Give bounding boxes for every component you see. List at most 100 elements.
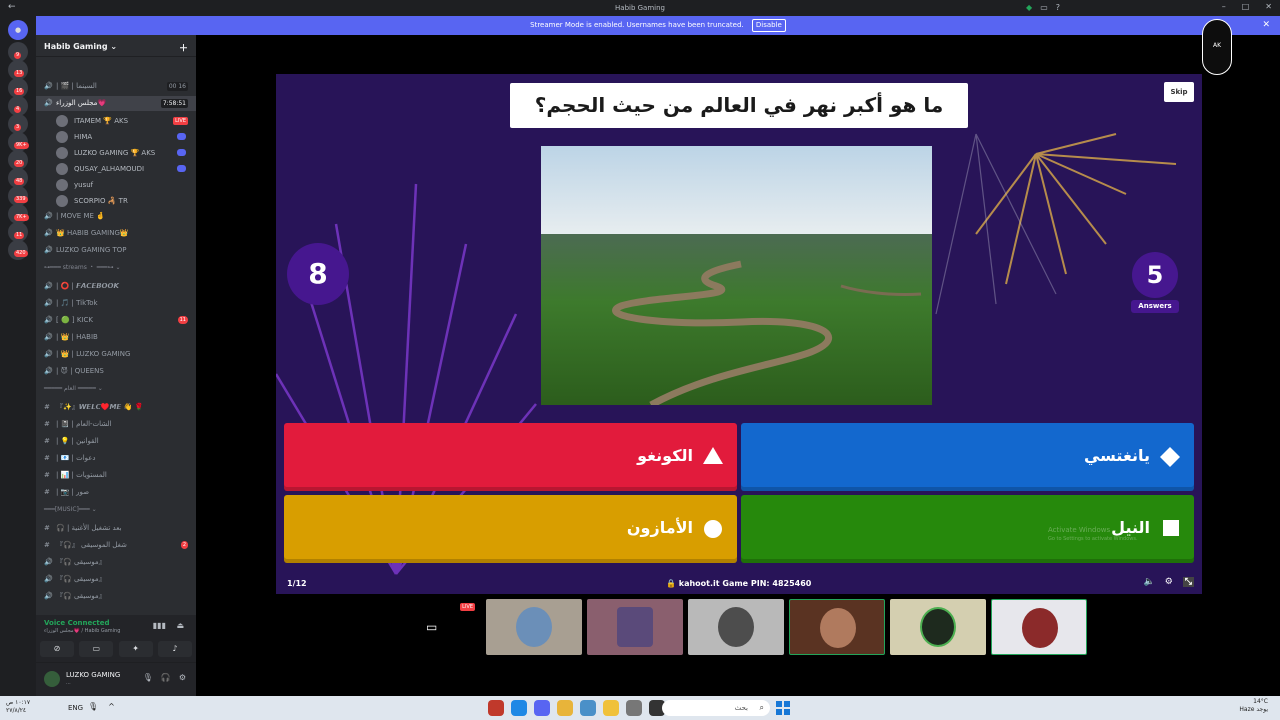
weather-temp: 14°C — [1253, 698, 1268, 705]
skip-button[interactable]: Skip — [1164, 82, 1194, 102]
channel-item[interactable]: 🔊 👑 HABIB GAMING👑 — [36, 226, 196, 241]
channel-item[interactable]: 🔊[ 🟢 ] KICK 11 — [36, 313, 196, 328]
screen-share-tile[interactable]: LIVE ▭ — [385, 599, 481, 655]
voice-user[interactable]: ITAMEM 🏆 AKS LIVE — [56, 113, 196, 129]
clock[interactable]: ١٠:١٧ ص ٢٧/٨/٢٤ — [6, 699, 30, 715]
channel-item[interactable]: # | 💡 | القوانين — [36, 434, 196, 449]
channel-item[interactable]: # | 📷 | صور — [36, 485, 196, 500]
screen-share-icon[interactable]: ▭ — [79, 641, 114, 657]
answer-text: يانغتسي — [1083, 446, 1150, 465]
voice-status: Voice Connected — [44, 619, 110, 627]
channel-name: 『✨』𝙒𝙀𝙇𝘾♥️𝙈𝙀 👋 🌹 — [56, 403, 144, 411]
voice-user[interactable]: HIMA — [56, 129, 196, 145]
channel-item[interactable]: # 『🎧』 شغل الموسيقى 2 — [36, 538, 196, 553]
avatar[interactable] — [44, 671, 60, 687]
chevron-up-icon[interactable]: ^ — [108, 702, 115, 711]
system-tray: 🎙 ^ — [88, 702, 115, 711]
channel-item[interactable]: 🔊 『🎧 موسيقى』 — [36, 555, 196, 570]
voice-user[interactable]: LUZKO GAMING 🏆 AKS — [56, 145, 196, 161]
settings-icon[interactable]: ⚙ — [1165, 577, 1173, 587]
participant-tile[interactable] — [688, 599, 784, 655]
minimize-icon[interactable]: – — [1222, 2, 1226, 11]
microphone-icon[interactable]: 🎙 — [88, 702, 98, 711]
channel-item[interactable]: 🔊 | MOVE ME 🤞 — [36, 209, 196, 224]
weather-widget[interactable]: 14°C Haze يوجد — [1239, 698, 1268, 714]
answer-option-red[interactable]: الكونغو — [284, 423, 737, 491]
app-icon[interactable] — [488, 700, 504, 716]
nitro-icon[interactable]: ◆ — [1026, 3, 1032, 12]
file-explorer-icon[interactable] — [603, 700, 619, 716]
channel-name: 🎧 | بعد تشغيل الأغنية — [56, 524, 122, 532]
language-indicator[interactable]: ENG — [68, 704, 83, 712]
channel-item[interactable]: 🔊 『🎧 موسيقى』 — [36, 589, 196, 604]
banner-close-icon[interactable]: ✕ — [1262, 16, 1270, 35]
avatar — [1022, 608, 1058, 648]
chrome-icon[interactable] — [557, 700, 573, 716]
help-icon[interactable]: ? — [1056, 3, 1060, 12]
channel-item[interactable]: 🔊 | 🎬 | السينما 00 16 — [36, 79, 196, 94]
channel-item[interactable]: 🔊 مجلس الوزراء💗 7:58:51 — [36, 96, 196, 111]
speaker-icon: 🔊 — [44, 350, 53, 358]
answer-option-yellow[interactable]: الأمازون — [284, 495, 737, 563]
discord-icon[interactable] — [534, 700, 550, 716]
settings-icon[interactable]: ⚙ — [179, 673, 186, 682]
server-header[interactable]: Habib Gaming ⌄ ＋ — [36, 35, 196, 57]
start-button[interactable] — [776, 701, 790, 715]
close-icon[interactable]: ✕ — [1265, 2, 1272, 11]
disable-streamer-mode-button[interactable]: Disable — [751, 19, 786, 32]
microphone-icon[interactable]: 🎙 — [143, 673, 153, 682]
disconnect-icon[interactable]: ⏏ — [176, 621, 184, 630]
exit-fullscreen-icon[interactable]: ⤡ — [1182, 577, 1194, 587]
activities-icon[interactable]: ✦ — [118, 641, 153, 657]
channel-item[interactable]: 🔊 | 😈 | QUEENS — [36, 364, 196, 379]
channel-item[interactable]: 🔊 | 👑 | LUZKO GAMING — [36, 347, 196, 362]
answers-label: Answers — [1131, 300, 1179, 313]
participant-tile[interactable] — [486, 599, 582, 655]
channel-category[interactable]: ⊶━━━ streams ・ ━━━⊶ ⌄ — [36, 260, 196, 275]
channel-item[interactable]: 🔊 『🎧 موسيقى』 — [36, 572, 196, 587]
participant-tile[interactable] — [587, 599, 683, 655]
channel-item[interactable]: # 🎧 | بعد تشغيل الأغنية — [36, 521, 196, 536]
channel-name: | 👑 | LUZKO GAMING — [56, 350, 131, 358]
channel-item[interactable]: 🔊 LUZKO GAMING TOP — [36, 243, 196, 258]
discord-home-icon[interactable]: ● — [8, 20, 28, 40]
channel-item[interactable]: # | 📊 | المستويات — [36, 468, 196, 483]
signal-icon[interactable]: ▮▮▮ — [153, 621, 166, 630]
volume-icon[interactable]: 🔈 — [1144, 577, 1155, 587]
voice-user[interactable]: QUSAY_ALHAMOUDI — [56, 161, 196, 177]
voice-user[interactable]: yusuf — [56, 177, 196, 193]
participant-tile[interactable] — [890, 599, 986, 655]
channel-category[interactable]: ━━━[MUSIC]━━━ ⌄ — [36, 502, 196, 517]
edge-icon[interactable] — [511, 700, 527, 716]
answer-option-blue[interactable]: يانغتسي — [741, 423, 1194, 491]
headphones-icon[interactable]: 🎧 — [161, 673, 171, 682]
soundboard-icon[interactable]: ♪ — [157, 641, 192, 657]
channel-item[interactable]: 🔊 | ⭕ | 𝙁𝘼𝘾𝙀𝘽𝙊𝙊𝙆 — [36, 279, 196, 294]
voice-user-name: yusuf — [74, 181, 94, 189]
avatar — [516, 607, 552, 647]
add-member-icon[interactable]: ＋ — [179, 41, 188, 54]
server-rail: ● 9 13 16 4 3 9K+ 20 48 339 7K+ 11 420 — [0, 16, 36, 696]
channel-item[interactable]: # | 📧 | دعوات — [36, 451, 196, 466]
channel-item[interactable]: 🔊 | 👑 | HABIB — [36, 330, 196, 345]
maximize-icon[interactable]: □ — [1242, 2, 1250, 11]
camera-off-icon[interactable]: ⊘ — [40, 641, 74, 657]
kahoot-bottom-bar: 1/12 🔒 kahoot.it Game PIN: 4825460 🔈 ⚙ ⤡ — [276, 574, 1202, 594]
channel-item[interactable]: # | 📓 | الشات-العام — [36, 417, 196, 432]
inbox-icon[interactable]: ▭ — [1040, 3, 1048, 12]
mention-badge: 2 — [180, 541, 188, 549]
voice-user[interactable]: SCORPIO 🦂 TR — [56, 193, 196, 209]
channel-item[interactable]: 🔊 | 🎵 | TikTok — [36, 296, 196, 311]
channel-category[interactable]: ━━━━━ العام ━━━━━ ⌄ — [36, 381, 196, 396]
channel-item[interactable]: # 『✨』𝙒𝙀𝙇𝘾♥️𝙈𝙀 👋 🌹 — [36, 400, 196, 415]
participant-tile[interactable] — [789, 599, 885, 655]
user-controls: 🎙 🎧 ⚙ — [143, 673, 186, 682]
chatgpt-icon[interactable] — [626, 700, 642, 716]
server-badge: 13 — [14, 70, 25, 77]
server-badge: 9K+ — [14, 142, 29, 149]
voice-user-name: LUZKO GAMING 🏆 AKS — [74, 149, 156, 157]
pinned-apps — [488, 700, 665, 716]
photos-icon[interactable] — [580, 700, 596, 716]
participant-tile[interactable] — [991, 599, 1087, 655]
taskbar-search[interactable]: بحث ⌕ — [662, 700, 770, 716]
